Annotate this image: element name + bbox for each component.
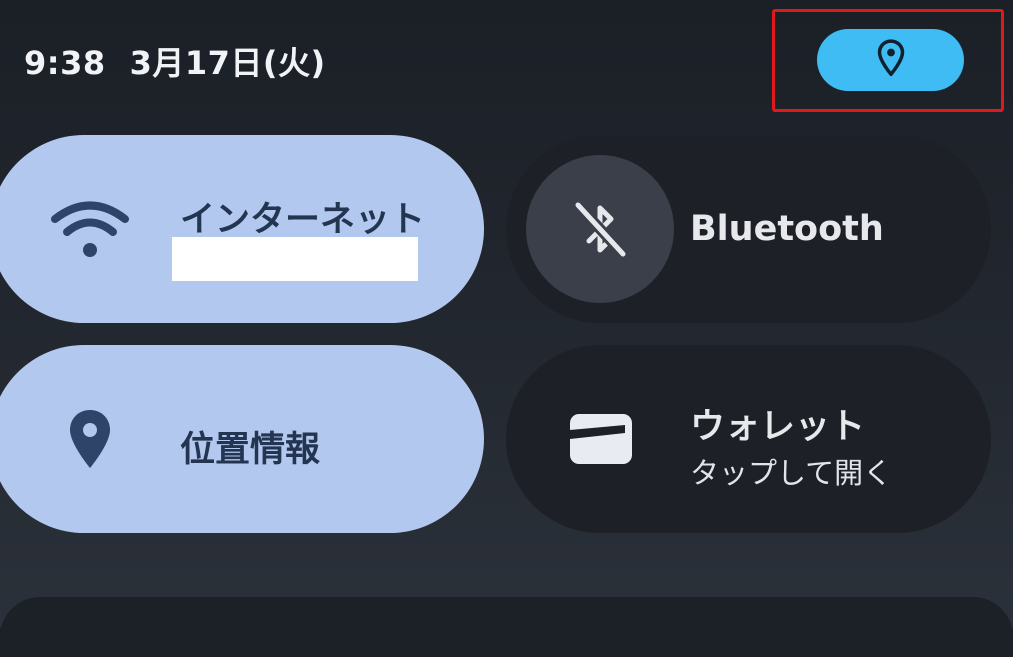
wallet-tile[interactable]: ウォレット タップして開く — [506, 345, 991, 533]
bluetooth-tile-label: Bluetooth — [690, 209, 884, 249]
bluetooth-tile[interactable]: Bluetooth — [506, 135, 991, 323]
network-name-redacted — [172, 237, 418, 281]
bottom-panel — [0, 597, 1013, 657]
wifi-icon — [35, 179, 145, 279]
location-tile-label: 位置情報 — [180, 430, 321, 470]
clock-time: 9:38 — [24, 44, 106, 82]
status-bar-clock: 9:38 3月17日(火) — [24, 38, 326, 84]
location-pin-icon — [35, 389, 145, 489]
wallet-tile-label: ウォレット — [690, 407, 866, 447]
bluetooth-off-icon — [526, 155, 674, 303]
internet-tile-label: インターネット — [180, 200, 426, 240]
clock-date: 3月17日(火) — [129, 44, 326, 82]
location-tile[interactable]: 位置情報 — [0, 345, 484, 533]
location-privacy-chip[interactable] — [817, 29, 964, 91]
location-pin-icon — [876, 39, 906, 81]
internet-tile[interactable]: インターネット — [0, 135, 484, 323]
wallet-card-icon — [546, 389, 656, 489]
wallet-tile-sublabel: タップして開く — [690, 456, 893, 490]
